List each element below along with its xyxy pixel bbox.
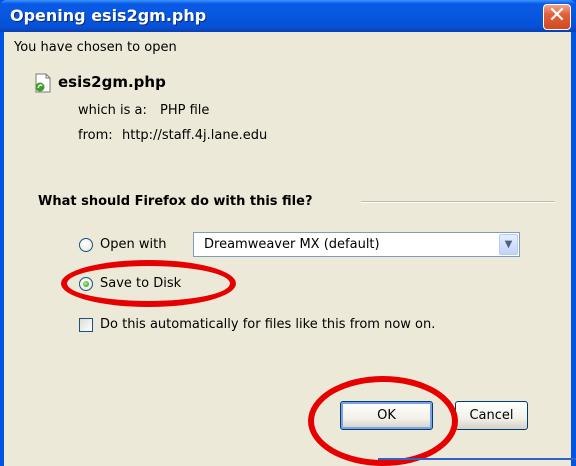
group-divider bbox=[361, 201, 555, 203]
save-to-disk-radio[interactable] bbox=[79, 277, 93, 291]
auto-action-checkbox[interactable] bbox=[79, 318, 93, 332]
open-with-label[interactable]: Open with bbox=[100, 237, 166, 252]
file-source-value: http://staff.4j.lane.edu bbox=[122, 128, 268, 143]
ok-button[interactable]: OK bbox=[340, 401, 433, 430]
cancel-button[interactable]: Cancel bbox=[455, 401, 528, 430]
file-name: esis2gm.php bbox=[58, 73, 166, 91]
open-with-app-select[interactable]: Dreamweaver MX (default) ▼ bbox=[193, 232, 520, 257]
save-to-disk-label[interactable]: Save to Disk bbox=[100, 276, 181, 291]
open-with-app-value: Dreamweaver MX (default) bbox=[204, 237, 380, 252]
window-bottom-edge bbox=[378, 458, 576, 460]
file-source-label: from: bbox=[78, 128, 113, 143]
dropdown-arrow-button[interactable]: ▼ bbox=[499, 234, 518, 255]
file-type-label: which is a: bbox=[78, 103, 147, 118]
action-group-title: What should Firefox do with this file? bbox=[38, 194, 313, 209]
chevron-down-icon: ▼ bbox=[504, 239, 513, 250]
open-with-radio[interactable] bbox=[79, 238, 93, 252]
close-button[interactable]: ✕ bbox=[543, 4, 571, 30]
dialog-window: Opening esis2gm.php ✕ You have chosen to… bbox=[0, 0, 576, 466]
intro-text: You have chosen to open bbox=[14, 40, 177, 55]
window-title: Opening esis2gm.php bbox=[10, 6, 207, 25]
radio-selected-dot bbox=[83, 281, 89, 287]
close-icon: ✕ bbox=[547, 3, 567, 28]
file-type-value: PHP file bbox=[160, 103, 210, 118]
php-file-icon bbox=[35, 73, 51, 93]
title-bar[interactable]: Opening esis2gm.php ✕ bbox=[0, 0, 576, 32]
auto-action-label[interactable]: Do this automatically for files like thi… bbox=[100, 317, 435, 332]
